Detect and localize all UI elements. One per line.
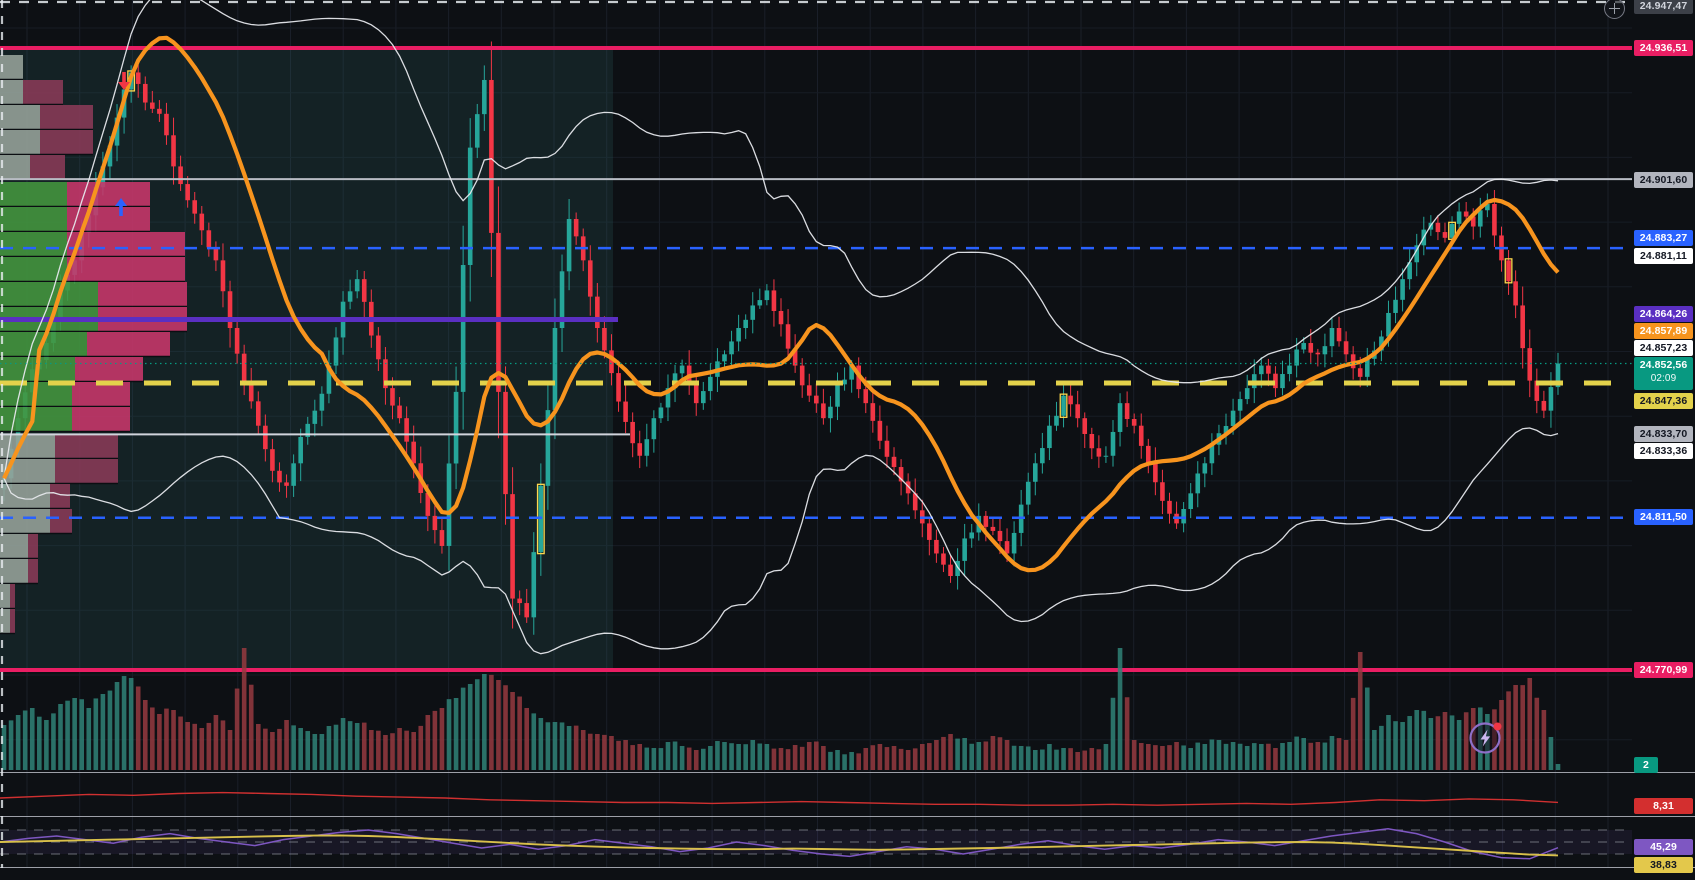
price-axis-label: 24.883,27	[1634, 230, 1693, 246]
price-axis-label: 45,29	[1634, 839, 1693, 855]
current-price-label: 24.852,5602:09	[1634, 357, 1693, 390]
price-axis-label: 24.847,36	[1634, 393, 1693, 409]
price-axis-label: 24.857,89	[1634, 323, 1693, 339]
notification-dot	[1494, 723, 1502, 731]
price-axis-label: 38,83	[1634, 857, 1693, 873]
trading-chart-window: 24.947,47 24.936,51 24.901,60 24.883,27 24.8…	[0, 0, 1695, 880]
bar-countdown: 02:09	[1634, 372, 1693, 385]
price-axis-label: 24.901,60	[1634, 172, 1693, 188]
price-axis-label: 24.811,50	[1634, 509, 1693, 525]
price-axis-label: 8,31	[1634, 798, 1693, 814]
price-axis-label: 24.770,99	[1634, 662, 1693, 678]
chart-canvas[interactable]	[0, 0, 1695, 880]
instant-trading-lightning-icon[interactable]	[1466, 718, 1506, 758]
price-axis-label: 2	[1634, 757, 1658, 773]
price-axis-label: 24.864,26	[1634, 306, 1693, 322]
price-axis-label: 24.947,47	[1634, 0, 1693, 14]
price-axis-label: 24.833,36	[1634, 443, 1693, 459]
price-axis-label: 24.833,70	[1634, 426, 1693, 442]
price-axis-label: 24.881,11	[1634, 248, 1693, 264]
price-axis-label: 24.857,23	[1634, 340, 1693, 356]
price-axis-label: 24.936,51	[1634, 40, 1693, 56]
